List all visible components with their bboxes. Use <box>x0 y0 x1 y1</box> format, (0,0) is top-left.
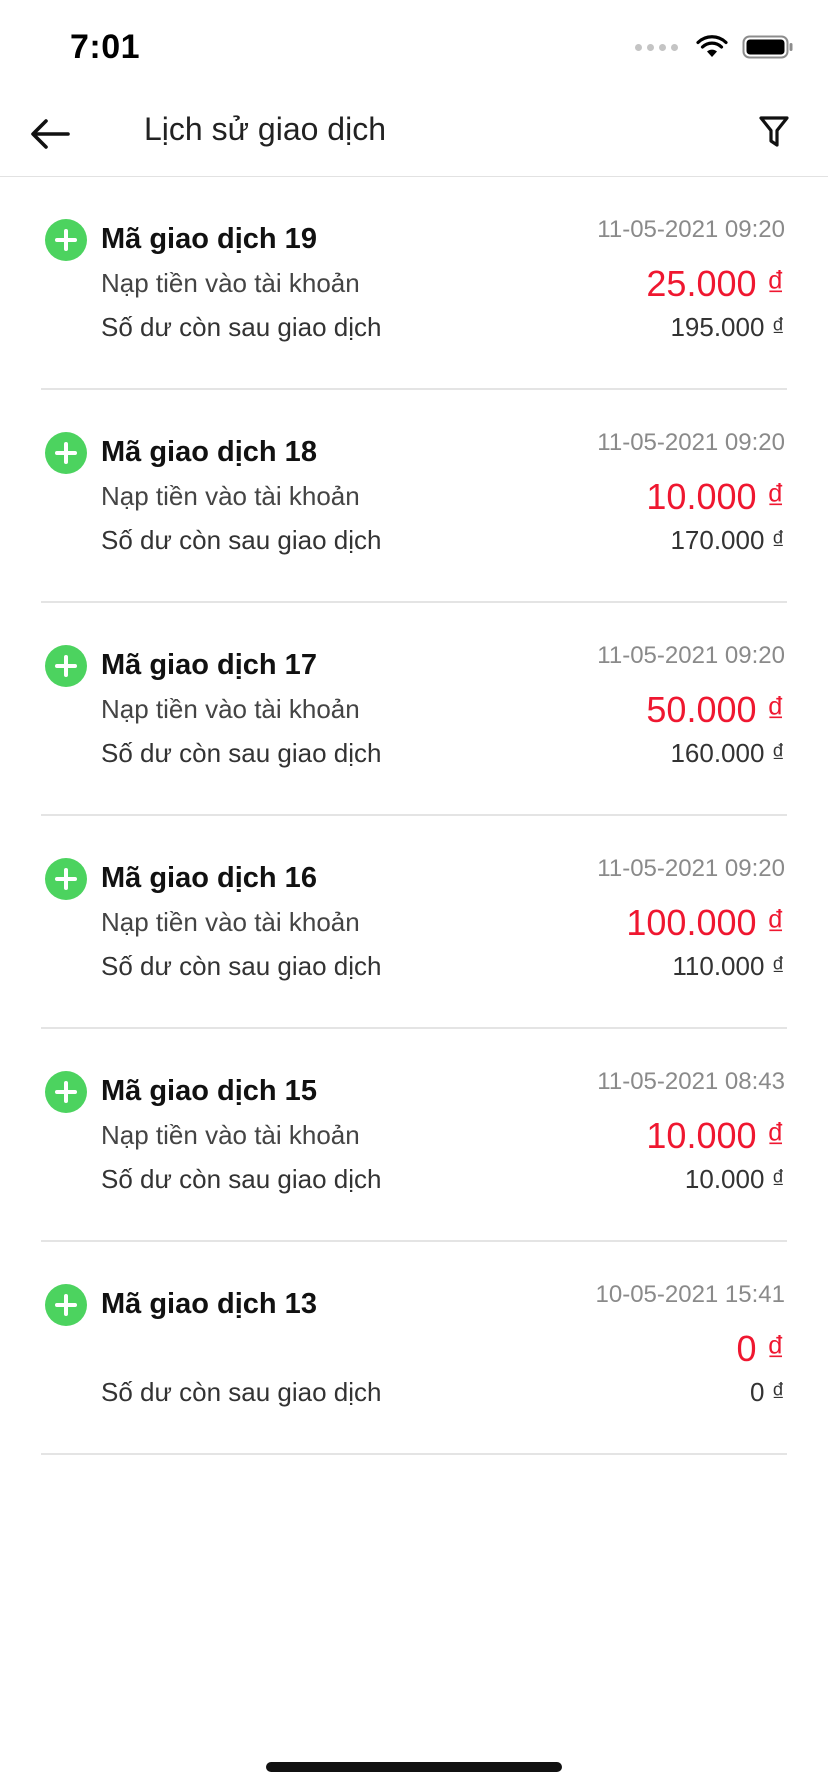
transaction-date: 10-05-2021 15:41 <box>595 1281 786 1308</box>
balance-value: 170.000 ₫ <box>670 525 785 555</box>
balance-label: Số dư còn sau giao dịch <box>101 951 382 981</box>
transaction-item[interactable]: Mã giao dịch 19 11-05-2021 09:20 Nạp tiề… <box>41 177 787 390</box>
status-time: 7:01 <box>70 28 141 66</box>
back-button[interactable] <box>24 108 76 160</box>
transaction-title: Mã giao dịch 19 <box>101 223 317 255</box>
add-circle-icon <box>45 645 87 687</box>
balance-value: 0 ₫ <box>749 1377 785 1407</box>
page-title: Lịch sử giao dịch <box>144 111 386 147</box>
add-circle-icon <box>45 432 87 474</box>
balance-label: Số dư còn sau giao dịch <box>101 1164 382 1194</box>
wifi-icon <box>696 35 728 57</box>
transaction-history-screen: 7:01 Lịch sử giao dịch Mã giao dịch 19 1… <box>0 0 828 1792</box>
balance-label: Số dư còn sau giao dịch <box>101 1377 382 1407</box>
balance-label: Số dư còn sau giao dịch <box>101 525 382 555</box>
balance-value: 160.000 ₫ <box>670 738 785 768</box>
transaction-title: Mã giao dịch 16 <box>101 862 317 894</box>
status-icons <box>635 34 794 60</box>
transaction-item[interactable]: Mã giao dịch 17 11-05-2021 09:20 Nạp tiề… <box>41 603 787 816</box>
transaction-amount: 10.000 ₫ <box>646 1115 785 1156</box>
home-indicator[interactable] <box>266 1762 562 1772</box>
arrow-left-icon <box>31 119 70 149</box>
transaction-amount: 50.000 ₫ <box>646 689 785 730</box>
transaction-title: Mã giao dịch 18 <box>101 436 317 468</box>
transaction-date: 11-05-2021 09:20 <box>597 642 785 669</box>
transaction-amount: 0 ₫ <box>736 1328 786 1369</box>
add-circle-icon <box>45 219 87 261</box>
transaction-amount: 25.000 ₫ <box>646 263 785 304</box>
transaction-title: Mã giao dịch 13 <box>101 1288 317 1320</box>
transaction-date: 11-05-2021 09:20 <box>597 216 785 243</box>
transaction-list: Mã giao dịch 19 11-05-2021 09:20 Nạp tiề… <box>0 177 828 1455</box>
transaction-description: Nạp tiền vào tài khoản <box>101 694 360 724</box>
status-bar: 7:01 <box>0 0 828 94</box>
transaction-title: Mã giao dịch 15 <box>101 1075 317 1107</box>
add-circle-icon <box>45 1071 87 1113</box>
filter-button[interactable] <box>748 106 800 158</box>
balance-value: 110.000 ₫ <box>672 951 785 981</box>
transaction-amount: 10.000 ₫ <box>646 476 785 517</box>
battery-icon <box>742 35 793 59</box>
transaction-date: 11-05-2021 08:43 <box>597 1068 785 1095</box>
transaction-item[interactable]: Mã giao dịch 13 10-05-2021 15:41 0 ₫ Số … <box>41 1242 787 1455</box>
balance-label: Số dư còn sau giao dịch <box>101 738 382 768</box>
transaction-description: Nạp tiền vào tài khoản <box>101 907 360 937</box>
add-circle-icon <box>45 858 87 900</box>
transaction-description: Nạp tiền vào tài khoản <box>101 481 360 511</box>
balance-value: 10.000 ₫ <box>684 1164 785 1194</box>
transaction-amount: 100.000 ₫ <box>626 902 785 943</box>
add-circle-icon <box>45 1284 87 1326</box>
transaction-title: Mã giao dịch 17 <box>101 649 317 681</box>
transaction-date: 11-05-2021 09:20 <box>597 855 785 882</box>
filter-icon <box>759 116 789 147</box>
transaction-date: 11-05-2021 09:20 <box>597 429 785 456</box>
balance-value: 195.000 ₫ <box>670 312 785 342</box>
app-header: Lịch sử giao dịch <box>0 94 828 177</box>
signal-icon <box>635 43 678 51</box>
balance-label: Số dư còn sau giao dịch <box>101 312 382 342</box>
transaction-description: Nạp tiền vào tài khoản <box>101 1120 360 1150</box>
transaction-item[interactable]: Mã giao dịch 15 11-05-2021 08:43 Nạp tiề… <box>41 1029 787 1242</box>
transaction-item[interactable]: Mã giao dịch 18 11-05-2021 09:20 Nạp tiề… <box>41 390 787 603</box>
transaction-item[interactable]: Mã giao dịch 16 11-05-2021 09:20 Nạp tiề… <box>41 816 787 1029</box>
transaction-description: Nạp tiền vào tài khoản <box>101 268 360 298</box>
